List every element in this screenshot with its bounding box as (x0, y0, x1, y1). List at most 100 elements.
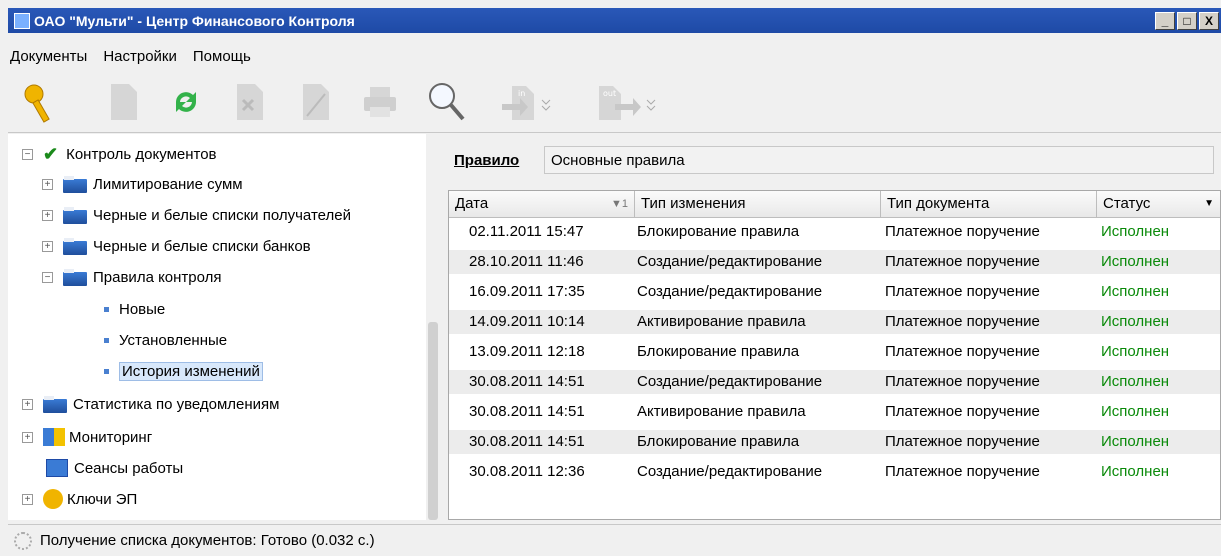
expand-icon[interactable]: + (42, 209, 53, 221)
tree-item-label: Черные и белые списки банков (93, 237, 311, 255)
table-row[interactable]: 30.08.2011 12:36 Создание/редактирование П… (449, 460, 1220, 484)
menu-help[interactable]: Помощь (191, 48, 253, 65)
cell-status: Исполнен (1101, 433, 1170, 450)
sign-document-icon[interactable] (296, 80, 336, 124)
print-icon[interactable] (360, 80, 400, 124)
column-header-status[interactable]: Статус ▼ (1097, 191, 1220, 217)
tree-item-label: Лимитирование сумм (93, 175, 243, 193)
tree-item-recipient-lists[interactable]: + Черные и белые списки получателей (42, 203, 351, 227)
cell-date: 16.09.2011 17:35 (469, 283, 585, 300)
cell-change-type: Блокирование правила (637, 223, 800, 240)
tree-item-change-history[interactable]: История изменений (104, 359, 263, 383)
collapse-icon[interactable]: − (42, 271, 53, 283)
search-icon[interactable] (426, 80, 466, 124)
title-bar: ОАО "Мульти" - Центр Финансового Контрол… (8, 8, 1221, 33)
cell-date: 02.11.2011 15:47 (469, 223, 584, 240)
table-row[interactable]: 30.08.2011 14:51 Активирование правила Пла… (449, 400, 1220, 424)
app-icon (14, 12, 30, 29)
tree-item-installed[interactable]: Установленные (104, 328, 227, 352)
cell-document-type: Платежное поручение (885, 283, 1040, 300)
rule-field[interactable]: Основные правила (544, 146, 1214, 174)
maximize-button[interactable]: □ (1177, 11, 1197, 30)
table-row[interactable]: 30.08.2011 14:51 Создание/редактирование П… (449, 370, 1220, 394)
tree-item-new[interactable]: Новые (104, 297, 165, 321)
tree-item-label: Черные и белые списки получателей (93, 206, 351, 224)
menu-settings[interactable]: Настройки (101, 48, 179, 65)
folder-icon (43, 395, 67, 413)
close-button[interactable]: X (1199, 11, 1219, 30)
sort-indicator: ▼1 (610, 198, 628, 210)
tree-item-notification-stats[interactable]: + Статистика по уведомлениям (22, 392, 280, 416)
expand-icon[interactable]: + (22, 431, 33, 443)
column-header-change-type[interactable]: Тип изменения (635, 191, 881, 217)
tree-item-label: Новые (119, 300, 166, 318)
svg-text:in: in (518, 89, 525, 98)
column-menu-icon[interactable]: ▼ (1204, 191, 1214, 217)
expand-icon[interactable]: + (22, 493, 33, 505)
collapse-icon[interactable]: − (22, 148, 33, 160)
cell-status: Исполнен (1101, 223, 1170, 240)
cell-date: 28.10.2011 11:46 (469, 253, 584, 270)
cell-change-type: Создание/редактирование (637, 253, 823, 270)
cell-date: 14.09.2011 10:14 (469, 313, 585, 330)
toolbar: in out (8, 74, 1221, 132)
cell-document-type: Платежное поручение (885, 343, 1040, 360)
cell-document-type: Платежное поручение (885, 403, 1040, 420)
minimize-button[interactable]: _ (1155, 11, 1175, 30)
column-header-document-type[interactable]: Тип документа (881, 191, 1097, 217)
menu-documents[interactable]: Документы (8, 48, 89, 65)
cell-date: 30.08.2011 14:51 (469, 433, 585, 450)
tree-item-label: Правила контроля (93, 268, 222, 286)
folder-icon (63, 206, 87, 224)
bullet-icon (104, 337, 109, 343)
folder-icon (63, 268, 87, 286)
cell-document-type: Платежное поручение (885, 253, 1040, 270)
tree-item-control-rules[interactable]: − Правила контроля (42, 265, 222, 289)
menu-bar: Документы Настройки Помощь (8, 44, 253, 68)
table-row[interactable]: 13.09.2011 12:18 Блокирование правила Плат… (449, 340, 1220, 364)
cell-document-type: Платежное поручение (885, 373, 1040, 390)
tree-item-document-control[interactable]: − ✔ Контроль документов (22, 142, 217, 166)
tree-item-amount-limits[interactable]: + Лимитирование сумм (42, 172, 243, 196)
svg-text:out: out (603, 89, 616, 98)
change-history-table: Дата ▼1 Тип изменения Тип документа Стат… (448, 190, 1221, 520)
cell-change-type: Блокирование правила (637, 433, 800, 450)
tree-item-monitoring[interactable]: + Мониторинг (22, 425, 152, 449)
export-icon[interactable]: out (593, 80, 663, 124)
table-row[interactable]: 30.08.2011 14:51 Блокирование правила Плат… (449, 430, 1220, 454)
import-icon[interactable]: in (498, 80, 558, 124)
tree-item-sessions[interactable]: Сеансы работы (46, 456, 183, 480)
expand-icon[interactable]: + (42, 178, 53, 190)
tree-item-label: Установленные (119, 331, 228, 349)
document-icon[interactable] (104, 80, 144, 124)
rule-label[interactable]: Правило (454, 152, 519, 169)
refresh-icon[interactable] (166, 80, 206, 124)
monitor-icon (46, 459, 68, 477)
expand-icon[interactable]: + (22, 398, 33, 410)
toolbar-divider (8, 132, 1221, 133)
column-header-date[interactable]: Дата ▼1 (449, 191, 635, 217)
cell-status: Исполнен (1101, 463, 1170, 480)
column-header-label: Статус (1103, 195, 1151, 212)
table-row[interactable]: 02.11.2011 15:47 Блокирование правила Плат… (449, 220, 1220, 244)
cell-document-type: Платежное поручение (885, 223, 1040, 240)
status-text: Получение списка документов: Готово (0.0… (40, 532, 375, 549)
keys-icon[interactable] (20, 80, 60, 124)
cell-status: Исполнен (1101, 373, 1170, 390)
tree-item-label: Статистика по уведомлениям (73, 395, 280, 413)
table-row[interactable]: 16.09.2011 17:35 Создание/редактирование П… (449, 280, 1220, 304)
cell-status: Исполнен (1101, 283, 1170, 300)
table-row[interactable]: 28.10.2011 11:46 Создание/редактирование П… (449, 250, 1220, 274)
table-row[interactable]: 14.09.2011 10:14 Активирование правила Пла… (449, 310, 1220, 334)
folder-icon (63, 237, 87, 255)
table-header: Дата ▼1 Тип изменения Тип документа Стат… (449, 191, 1220, 218)
delete-document-icon[interactable] (230, 80, 270, 124)
expand-icon[interactable]: + (42, 240, 53, 252)
bullet-icon (104, 306, 109, 312)
sidebar-scrollbar[interactable] (428, 322, 438, 520)
cell-status: Исполнен (1101, 403, 1170, 420)
tree-item-es-keys[interactable]: + Ключи ЭП (22, 487, 137, 511)
folder-icon (63, 175, 87, 193)
tree-item-bank-lists[interactable]: + Черные и белые списки банков (42, 234, 311, 258)
tree-item-label: Контроль документов (66, 145, 217, 163)
